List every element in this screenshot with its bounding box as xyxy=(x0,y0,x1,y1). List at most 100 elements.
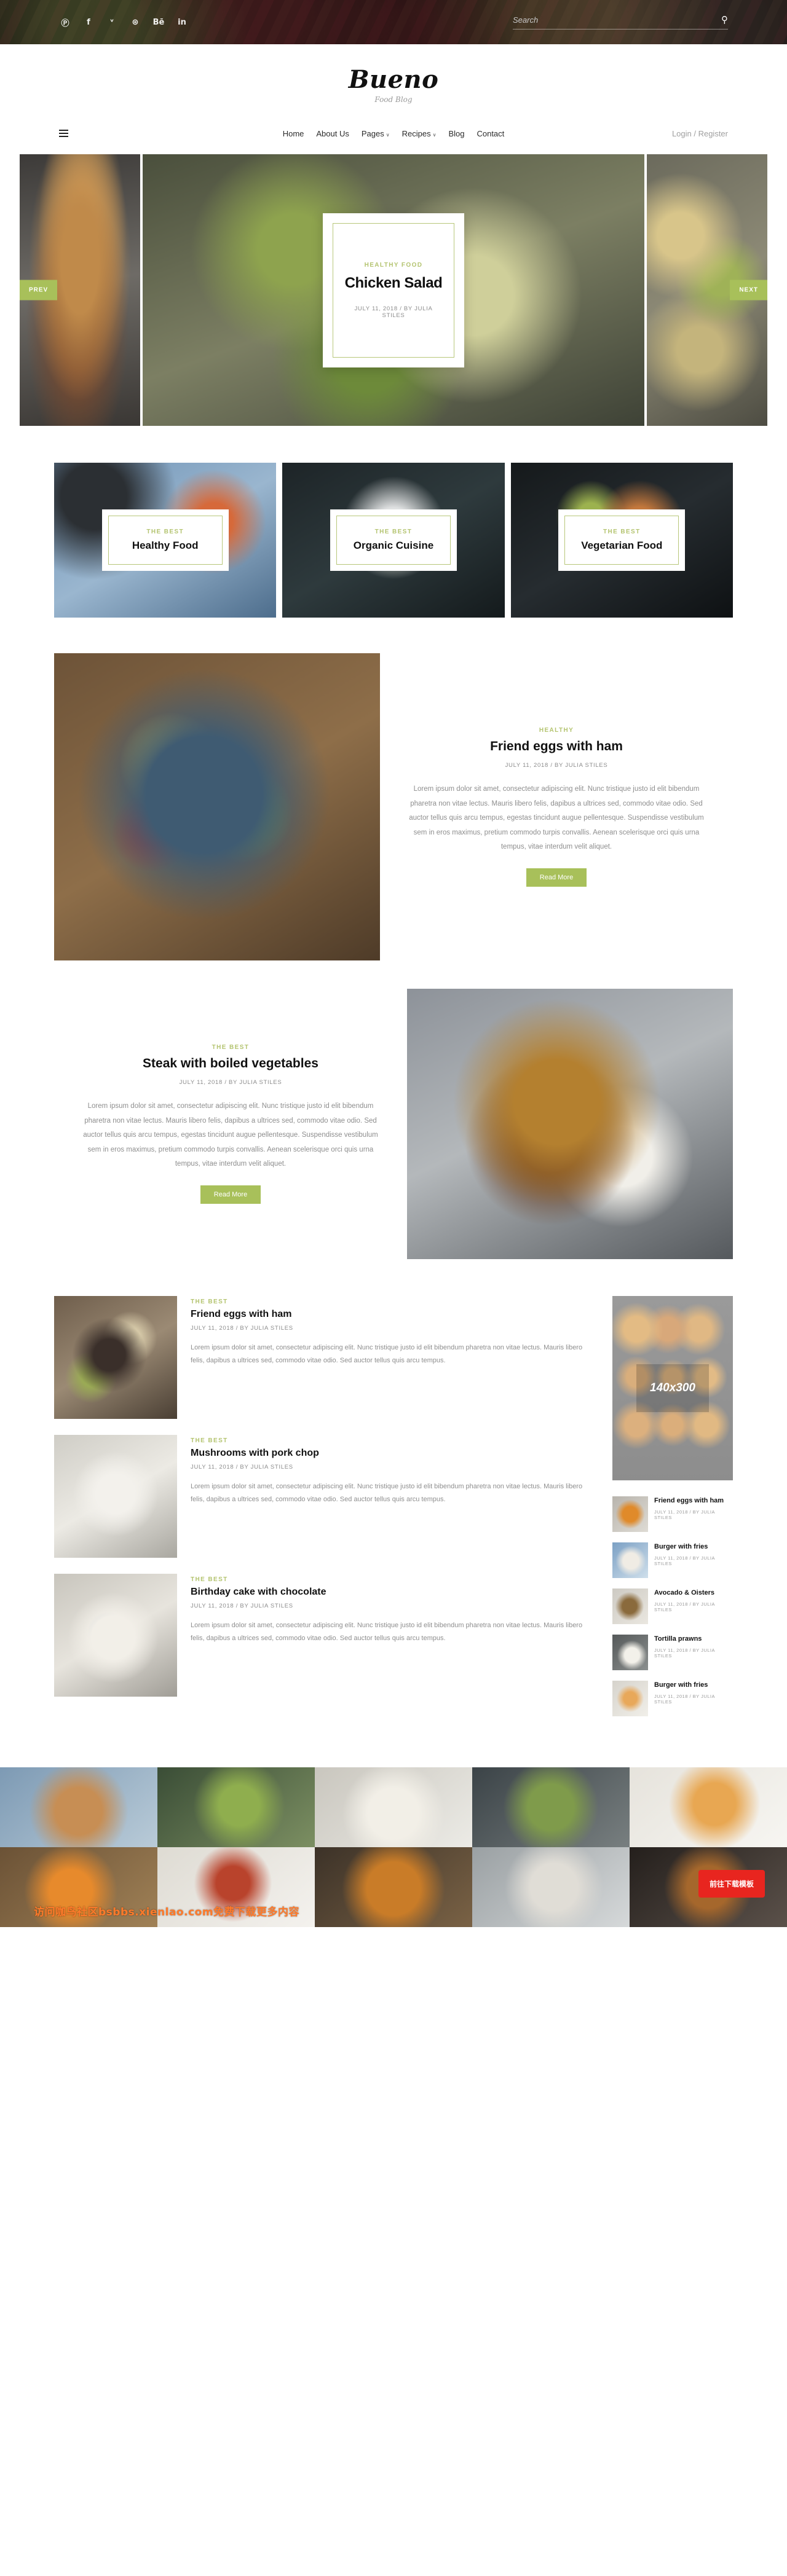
facebook-icon[interactable]: f xyxy=(82,16,95,28)
meta-separator: / xyxy=(235,1325,239,1332)
gallery-image[interactable] xyxy=(0,1767,157,1847)
popular-post-thumbnail[interactable] xyxy=(612,1681,648,1716)
behance-icon[interactable]: Bē xyxy=(152,16,165,28)
nav-label: Home xyxy=(282,128,304,138)
nav-item-recipes[interactable]: Recipes ∨ xyxy=(402,129,437,138)
logo-name: Bueno xyxy=(348,65,439,94)
blog-post-row[interactable]: THE BEST Mushrooms with pork chop JULY 1… xyxy=(54,1435,596,1558)
gallery-image[interactable] xyxy=(630,1767,787,1847)
nav-label: Pages xyxy=(361,128,384,138)
blog-post-author[interactable]: BY JULIA STILES xyxy=(240,1464,293,1471)
popular-post-meta: JULY 11, 2018 / BY JULIA STILES xyxy=(654,1601,715,1612)
blog-post-row[interactable]: THE BEST Friend eggs with ham JULY 11, 2… xyxy=(54,1296,596,1419)
popular-post-body: Avocado & Oisters JULY 11, 2018 / BY JUL… xyxy=(654,1588,733,1612)
category-card-healthy-food[interactable]: THE BEST Healthy Food xyxy=(54,463,277,618)
gallery-image[interactable] xyxy=(315,1847,472,1927)
blog-post-category[interactable]: THE BEST xyxy=(191,1437,596,1444)
blog-post-meta: JULY 11, 2018 / BY JULIA STILES xyxy=(191,1603,596,1609)
meta-separator: / xyxy=(235,1603,239,1609)
popular-post-thumbnail[interactable] xyxy=(612,1496,648,1532)
hero-caption-card[interactable]: HEALTHY FOOD Chicken Salad JULY 11, 2018… xyxy=(323,213,464,367)
nav-item-blog[interactable]: Blog xyxy=(448,129,464,138)
popular-post-thumbnail[interactable] xyxy=(612,1542,648,1578)
feature-category[interactable]: HEALTHY xyxy=(407,727,706,734)
nav-item-about-us[interactable]: About Us xyxy=(316,129,349,138)
category-card-vegetarian-food[interactable]: THE BEST Vegetarian Food xyxy=(510,463,733,618)
blog-post-title[interactable]: Birthday cake with chocolate xyxy=(191,1587,596,1598)
category-card-box: THE BEST Healthy Food xyxy=(101,509,229,571)
popular-post-title[interactable]: Avocado & Oisters xyxy=(654,1588,733,1598)
popular-post-title[interactable]: Burger with fries xyxy=(654,1681,733,1690)
chevron-down-icon: ∨ xyxy=(432,132,437,138)
sidebar-ad-banner[interactable]: 140x300 xyxy=(612,1296,733,1480)
blog-post-excerpt: Lorem ipsum dolor sit amet, consectetur … xyxy=(191,1344,583,1365)
nav-item-contact[interactable]: Contact xyxy=(477,129,504,138)
hero-category[interactable]: HEALTHY FOOD xyxy=(343,262,444,269)
gallery-image[interactable] xyxy=(472,1767,630,1847)
hero-caption-inner: HEALTHY FOOD Chicken Salad JULY 11, 2018… xyxy=(333,222,454,358)
twitter-icon[interactable]: ᵛ xyxy=(106,16,118,28)
nav-item-home[interactable]: Home xyxy=(283,129,304,138)
feature-date: JULY 11, 2018 xyxy=(505,762,548,769)
blog-post-category[interactable]: THE BEST xyxy=(191,1576,596,1583)
feature-title[interactable]: Steak with boiled vegetables xyxy=(81,1056,380,1071)
popular-post-body: Burger with fries JULY 11, 2018 / BY JUL… xyxy=(654,1681,733,1705)
feature-title[interactable]: Friend eggs with ham xyxy=(407,739,706,754)
popular-post-thumbnail[interactable] xyxy=(612,1588,648,1624)
slider-next-button[interactable]: NEXT xyxy=(730,280,767,300)
popular-post-meta: JULY 11, 2018 / BY JULIA STILES xyxy=(654,1693,715,1705)
feature-date: JULY 11, 2018 xyxy=(179,1079,223,1086)
popular-post-thumbnail[interactable] xyxy=(612,1635,648,1670)
hero-title[interactable]: Chicken Salad xyxy=(343,275,444,292)
popular-post-title[interactable]: Friend eggs with ham xyxy=(654,1496,733,1506)
category-card-inner: THE BEST Organic Cuisine xyxy=(336,516,451,565)
popular-post-title[interactable]: Burger with fries xyxy=(654,1542,733,1552)
linkedin-icon[interactable]: in xyxy=(176,16,188,28)
category-card-inner: THE BEST Healthy Food xyxy=(108,516,223,565)
search-icon[interactable]: ⚲ xyxy=(721,15,728,25)
blog-post-row[interactable]: THE BEST Birthday cake with chocolate JU… xyxy=(54,1574,596,1697)
popular-post-item[interactable]: Friend eggs with ham JULY 11, 2018 / BY … xyxy=(612,1496,733,1532)
pinterest-icon[interactable]: Ⓟ xyxy=(59,16,71,28)
hero-meta: JULY 11, 2018 / BY JULIA STILES xyxy=(343,305,444,319)
feature-text: Lorem ipsum dolor sit amet, consectetur … xyxy=(409,785,704,851)
gallery-image[interactable] xyxy=(472,1847,630,1927)
blog-post-thumbnail[interactable] xyxy=(54,1574,177,1697)
search-input[interactable] xyxy=(513,15,721,25)
feature-author[interactable]: BY JULIA STILES xyxy=(229,1079,282,1086)
gallery-image[interactable] xyxy=(157,1767,315,1847)
gallery-image[interactable] xyxy=(315,1767,472,1847)
blog-post-title[interactable]: Friend eggs with ham xyxy=(191,1309,596,1320)
dribbble-icon[interactable]: ⊛ xyxy=(129,16,141,28)
read-more-button[interactable]: Read More xyxy=(526,868,587,887)
popular-post-item[interactable]: Avocado & Oisters JULY 11, 2018 / BY JUL… xyxy=(612,1588,733,1624)
category-card-inner: THE BEST Vegetarian Food xyxy=(564,516,679,565)
slider-prev-button[interactable]: PREV xyxy=(20,280,58,300)
popular-post-item[interactable]: Burger with fries JULY 11, 2018 / BY JUL… xyxy=(612,1681,733,1716)
nav-link-list: Home About Us Pages ∨ Recipes ∨ Blog Conta… xyxy=(0,129,787,138)
feature-image-egg-bowl[interactable] xyxy=(54,653,380,960)
blog-post-date: JULY 11, 2018 xyxy=(191,1464,234,1471)
blog-post-category[interactable]: THE BEST xyxy=(191,1298,596,1305)
blog-post-author[interactable]: BY JULIA STILES xyxy=(240,1603,293,1609)
nav-item-pages[interactable]: Pages ∨ xyxy=(362,129,390,138)
feature-author[interactable]: BY JULIA STILES xyxy=(555,762,607,769)
read-more-button[interactable]: Read More xyxy=(200,1185,261,1204)
popular-post-item[interactable]: Tortilla prawns JULY 11, 2018 / BY JULIA… xyxy=(612,1635,733,1670)
meta-separator: / xyxy=(224,1079,227,1086)
download-template-button[interactable]: 前往下载模板 xyxy=(698,1870,765,1898)
login-register-link[interactable]: Login / Register xyxy=(672,129,728,138)
blog-post-title[interactable]: Mushrooms with pork chop xyxy=(191,1448,596,1459)
site-logo[interactable]: Bueno Food Blog xyxy=(0,44,787,120)
feature-image-steak-burger[interactable] xyxy=(407,989,733,1259)
blog-post-thumbnail[interactable] xyxy=(54,1296,177,1419)
blog-post-list: THE BEST Friend eggs with ham JULY 11, 2… xyxy=(54,1296,596,1713)
popular-post-title[interactable]: Tortilla prawns xyxy=(654,1635,733,1644)
search-bar: ⚲ xyxy=(513,15,728,29)
blog-post-author[interactable]: BY JULIA STILES xyxy=(240,1325,293,1332)
popular-post-item[interactable]: Burger with fries JULY 11, 2018 / BY JUL… xyxy=(612,1542,733,1578)
category-card-organic-cuisine[interactable]: THE BEST Organic Cuisine xyxy=(282,463,505,618)
top-bar: Ⓟ f ᵛ ⊛ Bē in ⚲ xyxy=(0,0,787,44)
feature-category[interactable]: THE BEST xyxy=(81,1044,380,1051)
blog-post-thumbnail[interactable] xyxy=(54,1435,177,1558)
